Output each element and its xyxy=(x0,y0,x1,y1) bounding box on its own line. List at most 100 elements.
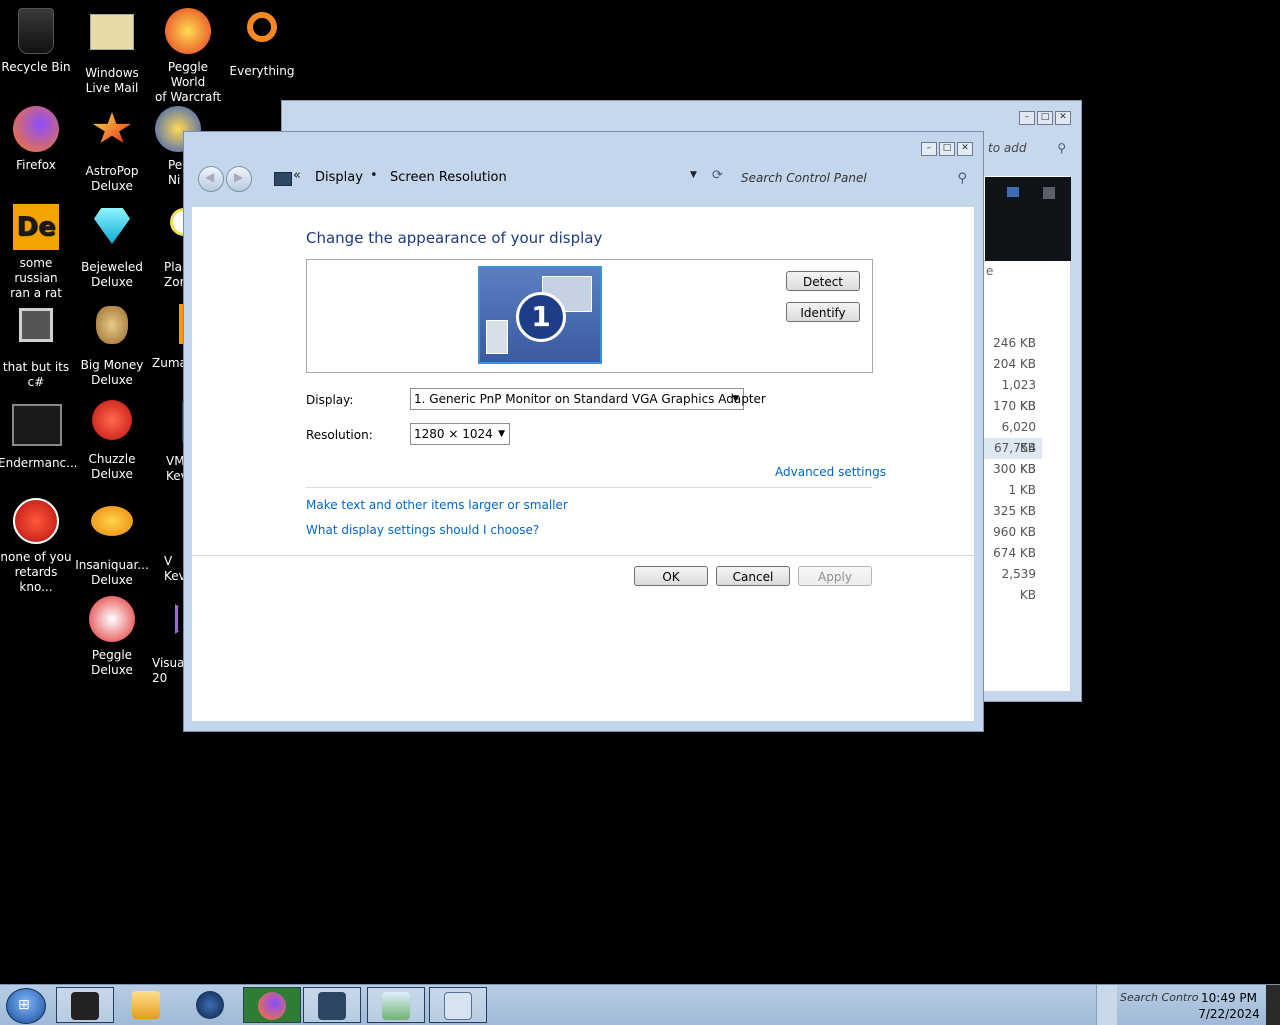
resolution-select[interactable]: 1280 × 1024 ▼ xyxy=(410,423,510,445)
tray-overflow[interactable] xyxy=(1096,985,1117,1025)
taskbar-item-recycle-bin[interactable] xyxy=(56,987,114,1023)
taskbar: ⊞ Search Contro 10:49 PM 7/22/2024 xyxy=(0,984,1280,1025)
display-settings-help-link[interactable]: What display settings should I choose? xyxy=(306,523,539,537)
gem-icon xyxy=(88,208,136,256)
keyboard-icon xyxy=(444,992,472,1020)
breadcrumb-screen-resolution[interactable]: Screen Resolution xyxy=(390,170,507,185)
desktop-icon-firefox[interactable]: Firefox xyxy=(0,106,74,173)
firefox-icon xyxy=(12,106,60,154)
peggle-icon xyxy=(88,596,136,644)
windows-logo-icon: ⊞ xyxy=(18,997,30,1013)
size-cell: 300 KB xyxy=(993,462,1036,476)
dialog-content: Change the appearance of your display 1 … xyxy=(192,207,974,721)
chuzzle-icon xyxy=(88,400,136,448)
bg-window-controls: – □ ✕ xyxy=(1019,111,1071,125)
size-cell: 960 KB xyxy=(993,525,1036,539)
close-icon[interactable]: ✕ xyxy=(957,142,973,156)
desktop-icon-big-money[interactable]: Big Money Deluxe xyxy=(74,302,150,388)
bg-column-header: e xyxy=(986,264,994,278)
desktop-icon-everything[interactable]: Everything xyxy=(224,8,300,79)
close-icon[interactable]: ✕ xyxy=(1055,111,1071,125)
desktop-icon-that-but-csharp[interactable]: that but its c# xyxy=(0,302,74,390)
desktop-icon-endermanch[interactable]: Endermanc... xyxy=(0,400,78,471)
start-button[interactable]: ⊞ xyxy=(6,988,46,1024)
tray-search-input[interactable]: Search Contro xyxy=(1120,991,1198,1004)
taskbar-item-browser[interactable] xyxy=(182,987,240,1023)
desktop-icon-astropop[interactable]: AstroPop Deluxe xyxy=(74,106,150,194)
show-desktop-button[interactable] xyxy=(1266,985,1280,1025)
control-panel-icon xyxy=(274,172,292,186)
size-cell: 170 KB xyxy=(993,399,1036,413)
refresh-icon[interactable]: ⟳ xyxy=(712,168,723,183)
clock[interactable]: 10:49 PM 7/22/2024 xyxy=(1196,990,1262,1022)
window-controls: – □ ✕ xyxy=(921,142,973,156)
maximize-icon[interactable]: □ xyxy=(1037,111,1053,125)
desktop-icon-peggle[interactable]: Peggle Deluxe xyxy=(74,596,150,678)
fish-icon xyxy=(88,506,136,554)
forward-arrow-icon: ▶ xyxy=(234,170,244,184)
minimize-icon[interactable]: – xyxy=(1019,111,1035,125)
back-arrow-icon: ◀ xyxy=(205,170,215,184)
size-cell: 246 KB xyxy=(993,336,1036,350)
taskbar-item-task-manager[interactable] xyxy=(367,987,425,1023)
taskbar-item-control-panel[interactable] xyxy=(303,987,361,1023)
divider xyxy=(192,555,974,556)
astropop-icon xyxy=(88,112,136,160)
display-label: Display: xyxy=(306,393,354,407)
search-icon: ⚲ xyxy=(1057,141,1066,155)
window-thumbnail-icon xyxy=(486,320,508,354)
screen-resolution-window[interactable]: – □ ✕ ◀ ▶ « Display • Screen Resolution … xyxy=(183,131,984,732)
page-title: Change the appearance of your display xyxy=(306,229,603,247)
globe-icon xyxy=(196,991,224,1019)
bg-preview-pane xyxy=(985,177,1071,261)
size-cell: 674 KB xyxy=(993,546,1036,560)
monitor-1-tile[interactable]: 1 xyxy=(478,266,602,364)
chevron-down-icon: ▼ xyxy=(498,429,505,439)
search-input[interactable]: Search Control Panel ⚲ xyxy=(735,167,975,191)
taskbar-item-media-player[interactable] xyxy=(118,987,176,1023)
desktop-icon-chuzzle[interactable]: Chuzzle Deluxe xyxy=(74,400,150,482)
identify-button[interactable]: Identify xyxy=(786,302,860,322)
money-bag-icon xyxy=(88,306,136,354)
breadcrumb-overflow[interactable]: « xyxy=(293,168,301,183)
taskbar-item-firefox[interactable] xyxy=(243,987,301,1023)
magnifier-icon xyxy=(238,12,286,60)
breadcrumb-display[interactable]: Display xyxy=(315,170,363,185)
address-dropdown-icon[interactable]: ▼ xyxy=(690,170,697,180)
desktop-icon-recycle-bin[interactable]: Recycle Bin xyxy=(0,8,74,75)
chevron-down-icon: ▼ xyxy=(732,394,739,404)
cancel-button[interactable]: Cancel xyxy=(716,566,790,586)
folder-icon xyxy=(71,992,99,1020)
display-select[interactable]: 1. Generic PnP Monitor on Standard VGA G… xyxy=(410,388,766,410)
size-cell: 1,023 KB xyxy=(1001,378,1036,413)
advanced-settings-link[interactable]: Advanced settings xyxy=(775,465,886,479)
thumbnail-icon xyxy=(1007,187,1019,197)
dexplorer-icon: De xyxy=(12,204,60,252)
mail-icon xyxy=(88,14,136,62)
desktop-icon-insaniquarium[interactable]: Insaniquar... Deluxe xyxy=(74,498,150,588)
desktop-icon-none-of-you[interactable]: none of you retards kno... xyxy=(0,498,74,595)
desktop-icon-windows-live-mail[interactable]: Windows Live Mail xyxy=(74,8,150,96)
bg-search-input[interactable]: to add ⚲ xyxy=(982,137,1076,159)
resolution-label: Resolution: xyxy=(306,428,373,442)
bird-icon xyxy=(12,498,60,546)
size-cell: 6,020 KB xyxy=(1001,420,1036,455)
clock-time: 10:49 PM xyxy=(1201,991,1257,1005)
back-button[interactable]: ◀ xyxy=(198,166,224,192)
maximize-icon[interactable]: □ xyxy=(939,142,955,156)
terminal-icon xyxy=(12,404,62,452)
taskbar-item-keyboard[interactable] xyxy=(429,987,487,1023)
navigation-bar: ◀ ▶ « Display • Screen Resolution ▼ ⟳ Se… xyxy=(194,163,974,195)
size-cell: 2,539 KB xyxy=(1001,567,1036,602)
detect-button[interactable]: Detect xyxy=(786,271,860,291)
desktop-icon-russian-rat[interactable]: De some russian ran a rat xyxy=(0,204,74,301)
apply-button[interactable]: Apply xyxy=(798,566,872,586)
ok-button[interactable]: OK xyxy=(634,566,708,586)
text-size-link[interactable]: Make text and other items larger or smal… xyxy=(306,498,568,512)
app-windows-icon xyxy=(12,308,60,356)
desktop-icon-bejeweled[interactable]: Bejeweled Deluxe xyxy=(74,204,150,290)
desktop-icon-peggle-wow[interactable]: Peggle World of Warcraft ... xyxy=(150,8,226,120)
forward-button[interactable]: ▶ xyxy=(226,166,252,192)
chart-icon xyxy=(382,992,410,1020)
minimize-icon[interactable]: – xyxy=(921,142,937,156)
